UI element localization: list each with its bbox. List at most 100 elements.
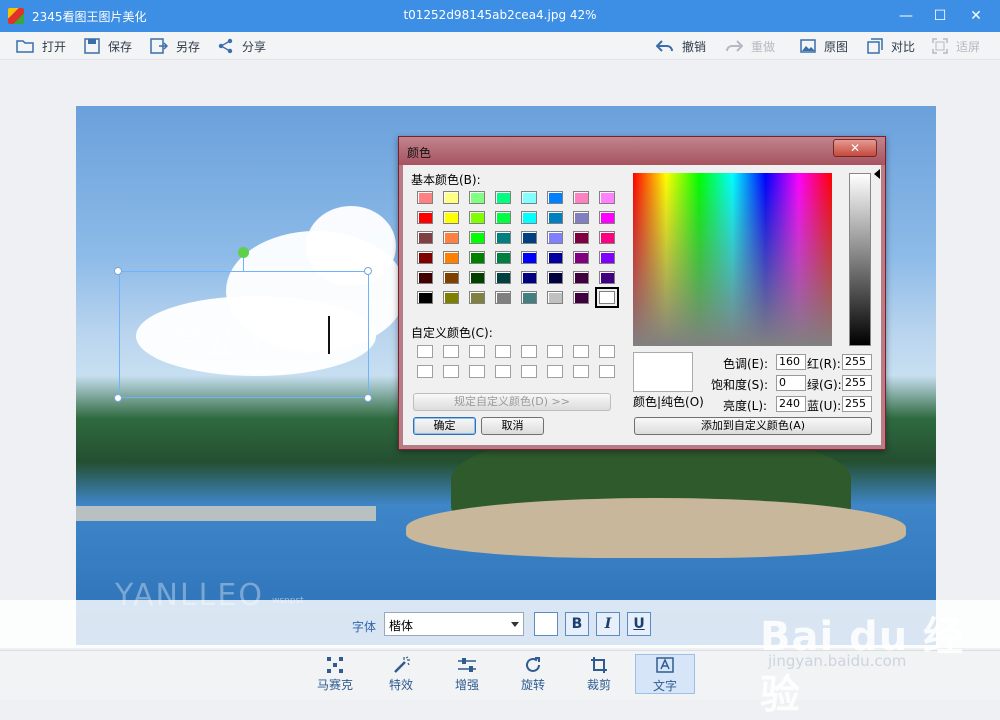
basic-color-swatch[interactable] bbox=[443, 211, 459, 224]
basic-color-swatch[interactable] bbox=[547, 191, 563, 204]
tool-rotate[interactable]: 旋转 bbox=[503, 654, 563, 694]
basic-color-swatch[interactable] bbox=[495, 291, 511, 304]
font-select[interactable]: 楷体 bbox=[384, 612, 524, 636]
resize-handle-top-right[interactable] bbox=[364, 267, 372, 275]
add-to-custom-colors-button[interactable]: 添加到自定义颜色(A) bbox=[634, 417, 872, 435]
green-field[interactable]: 255 bbox=[842, 375, 872, 391]
basic-color-swatch[interactable] bbox=[599, 191, 615, 204]
open-button[interactable]: 打开 bbox=[16, 37, 66, 55]
basic-color-swatch[interactable] bbox=[443, 291, 459, 304]
custom-color-swatch[interactable] bbox=[469, 345, 485, 358]
luminance-slider[interactable] bbox=[849, 173, 871, 346]
basic-color-swatch[interactable] bbox=[573, 191, 589, 204]
basic-color-swatch[interactable] bbox=[573, 211, 589, 224]
close-button[interactable]: ✕ bbox=[966, 6, 986, 26]
custom-color-swatch[interactable] bbox=[495, 345, 511, 358]
tool-effects[interactable]: 特效 bbox=[371, 654, 431, 694]
basic-color-swatch[interactable] bbox=[495, 191, 511, 204]
custom-color-swatch[interactable] bbox=[495, 365, 511, 378]
basic-color-swatch[interactable] bbox=[547, 271, 563, 284]
basic-color-swatch[interactable] bbox=[417, 191, 433, 204]
tool-enhance[interactable]: 增强 bbox=[437, 654, 497, 694]
basic-color-swatch[interactable] bbox=[521, 251, 537, 264]
resize-handle-bottom-left[interactable] bbox=[114, 394, 122, 402]
text-layer-content[interactable]: 禁止转载 bbox=[165, 315, 325, 364]
fit-screen-button[interactable]: 适屏 bbox=[932, 37, 980, 55]
basic-color-swatch[interactable] bbox=[417, 271, 433, 284]
custom-color-swatch[interactable] bbox=[599, 365, 615, 378]
save-button[interactable]: 保存 bbox=[84, 37, 132, 55]
basic-color-swatch[interactable] bbox=[547, 211, 563, 224]
basic-color-swatch[interactable] bbox=[521, 191, 537, 204]
basic-color-swatch[interactable] bbox=[443, 231, 459, 244]
cancel-button[interactable]: 取消 bbox=[481, 417, 544, 435]
basic-color-swatch[interactable] bbox=[547, 231, 563, 244]
luminance-slider-arrow[interactable] bbox=[874, 169, 880, 179]
tool-text[interactable]: 文字 bbox=[635, 654, 695, 694]
basic-color-swatch[interactable] bbox=[595, 287, 619, 308]
basic-color-swatch[interactable] bbox=[547, 251, 563, 264]
basic-color-swatch[interactable] bbox=[495, 211, 511, 224]
basic-color-swatch[interactable] bbox=[599, 231, 615, 244]
redo-button[interactable]: 重做 bbox=[725, 37, 775, 55]
basic-color-swatch[interactable] bbox=[495, 231, 511, 244]
color-dialog-titlebar[interactable]: 颜色 ✕ bbox=[399, 137, 885, 165]
basic-color-swatch[interactable] bbox=[469, 211, 485, 224]
basic-color-swatch[interactable] bbox=[469, 231, 485, 244]
original-size-button[interactable]: 原图 bbox=[800, 37, 848, 55]
basic-color-swatch[interactable] bbox=[521, 211, 537, 224]
tool-crop[interactable]: 裁剪 bbox=[569, 654, 629, 694]
basic-color-swatch[interactable] bbox=[599, 211, 615, 224]
bold-button[interactable]: B bbox=[565, 612, 589, 636]
color-spectrum[interactable] bbox=[633, 173, 832, 346]
basic-color-swatch[interactable] bbox=[469, 271, 485, 284]
italic-button[interactable]: I bbox=[596, 612, 620, 636]
resize-handle-top-left[interactable] bbox=[114, 267, 122, 275]
basic-color-swatch[interactable] bbox=[469, 191, 485, 204]
basic-color-swatch[interactable] bbox=[417, 211, 433, 224]
custom-color-swatch[interactable] bbox=[521, 365, 537, 378]
basic-color-swatch[interactable] bbox=[573, 271, 589, 284]
basic-color-swatch[interactable] bbox=[547, 291, 563, 304]
basic-color-swatch[interactable] bbox=[521, 231, 537, 244]
custom-color-swatch[interactable] bbox=[443, 365, 459, 378]
basic-color-swatch[interactable] bbox=[417, 231, 433, 244]
luminance-field[interactable]: 240 bbox=[776, 396, 806, 412]
custom-color-swatch[interactable] bbox=[573, 365, 589, 378]
custom-color-swatch[interactable] bbox=[547, 365, 563, 378]
custom-color-swatch[interactable] bbox=[599, 345, 615, 358]
basic-color-swatch[interactable] bbox=[599, 271, 615, 284]
basic-color-swatch[interactable] bbox=[417, 291, 433, 304]
color-dialog-close-button[interactable]: ✕ bbox=[833, 139, 877, 157]
blue-field[interactable]: 255 bbox=[842, 396, 872, 412]
custom-color-swatch[interactable] bbox=[573, 345, 589, 358]
share-button[interactable]: 分享 bbox=[218, 37, 266, 55]
custom-color-swatch[interactable] bbox=[521, 345, 537, 358]
custom-color-swatch[interactable] bbox=[443, 345, 459, 358]
custom-color-swatch[interactable] bbox=[469, 365, 485, 378]
saturation-field[interactable]: 0 bbox=[776, 375, 806, 391]
basic-color-swatch[interactable] bbox=[495, 251, 511, 264]
basic-color-swatch[interactable] bbox=[521, 291, 537, 304]
maximize-button[interactable]: ☐ bbox=[930, 6, 950, 26]
ok-button[interactable]: 确定 bbox=[413, 417, 476, 435]
text-color-button[interactable] bbox=[534, 612, 558, 636]
rotate-handle[interactable] bbox=[238, 247, 249, 258]
resize-handle-bottom-right[interactable] bbox=[364, 394, 372, 402]
basic-color-swatch[interactable] bbox=[573, 231, 589, 244]
custom-color-swatch[interactable] bbox=[417, 365, 433, 378]
underline-button[interactable]: U bbox=[627, 612, 651, 636]
basic-color-swatch[interactable] bbox=[599, 251, 615, 264]
tool-mosaic[interactable]: 马赛克 bbox=[305, 654, 365, 694]
basic-color-swatch[interactable] bbox=[443, 251, 459, 264]
undo-button[interactable]: 撤销 bbox=[656, 37, 706, 55]
basic-color-swatch[interactable] bbox=[417, 251, 433, 264]
save-as-button[interactable]: 另存 bbox=[150, 37, 200, 55]
define-custom-colors-button[interactable]: 规定自定义颜色(D) >> bbox=[413, 393, 611, 411]
custom-color-swatch[interactable] bbox=[417, 345, 433, 358]
basic-color-swatch[interactable] bbox=[469, 291, 485, 304]
basic-color-swatch[interactable] bbox=[573, 251, 589, 264]
minimize-button[interactable]: — bbox=[896, 6, 916, 26]
red-field[interactable]: 255 bbox=[842, 354, 872, 370]
custom-color-swatch[interactable] bbox=[547, 345, 563, 358]
